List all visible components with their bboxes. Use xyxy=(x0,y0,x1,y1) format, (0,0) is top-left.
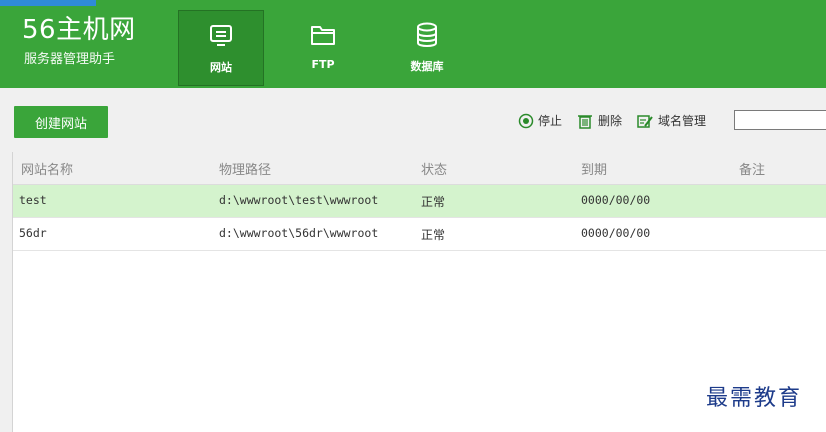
trash-icon xyxy=(578,114,593,129)
table-row[interactable]: 56dr d:\wwwroot\56dr\wwwroot 正常 0000/00/… xyxy=(13,218,826,251)
stop-icon xyxy=(518,113,534,128)
folder-icon xyxy=(311,26,335,45)
monitor-icon xyxy=(210,25,232,46)
column-header-name[interactable]: 网站名称 xyxy=(21,159,73,178)
site-toolbar: 停止 删除 域名管理 xyxy=(518,112,720,129)
nav-tab-ftp[interactable]: FTP xyxy=(280,10,366,86)
brand-strip xyxy=(0,0,96,6)
site-path: d:\wwwroot\56dr\wwwroot xyxy=(219,226,379,240)
stop-button[interactable]: 停止 xyxy=(518,112,562,129)
domain-manage-button[interactable]: 域名管理 xyxy=(636,112,706,129)
site-expiry: 0000/00/00 xyxy=(581,226,651,240)
site-status: 正常 xyxy=(421,228,446,242)
site-name: 56dr xyxy=(19,226,47,240)
app-header: 56主机网 服务器管理助手 网站 FTP 数据库 xyxy=(0,0,826,88)
nav-tab-label: FTP xyxy=(311,58,335,71)
site-status: 正常 xyxy=(421,195,446,209)
delete-button[interactable]: 删除 xyxy=(576,112,622,129)
main-content: 创建网站 停止 删除 域名管理 网站名称 物理路径 状态 到期 备注 test … xyxy=(0,88,826,432)
app-title: 56主机网 xyxy=(22,15,136,45)
domain-search-input[interactable] xyxy=(734,110,826,130)
column-header-expiry[interactable]: 到期 xyxy=(581,159,607,178)
table-header: 网站名称 物理路径 状态 到期 备注 xyxy=(13,152,826,185)
column-header-path[interactable]: 物理路径 xyxy=(219,159,271,178)
delete-label: 删除 xyxy=(598,114,623,128)
nav-tab-label: 网站 xyxy=(210,61,232,74)
site-table: 网站名称 物理路径 状态 到期 备注 test d:\wwwroot\test\… xyxy=(12,152,826,432)
watermark-text: 最需教育 xyxy=(706,386,803,411)
nav-tab-website[interactable]: 网站 xyxy=(178,10,264,86)
nav-tab-database[interactable]: 数据库 xyxy=(384,10,470,86)
domain-manage-label: 域名管理 xyxy=(658,114,707,128)
site-name: test xyxy=(19,193,47,207)
site-expiry: 0000/00/00 xyxy=(581,193,651,207)
column-header-note[interactable]: 备注 xyxy=(739,159,765,178)
column-header-status[interactable]: 状态 xyxy=(421,159,447,178)
table-row[interactable]: test d:\wwwroot\test\wwwroot 正常 0000/00/… xyxy=(13,185,826,218)
create-site-button[interactable]: 创建网站 xyxy=(14,106,108,138)
edit-icon xyxy=(637,114,653,128)
site-path: d:\wwwroot\test\wwwroot xyxy=(219,193,379,207)
app-subtitle: 服务器管理助手 xyxy=(24,52,116,67)
stop-label: 停止 xyxy=(538,114,563,128)
nav-tab-label: 数据库 xyxy=(410,60,444,73)
database-icon xyxy=(417,22,437,47)
